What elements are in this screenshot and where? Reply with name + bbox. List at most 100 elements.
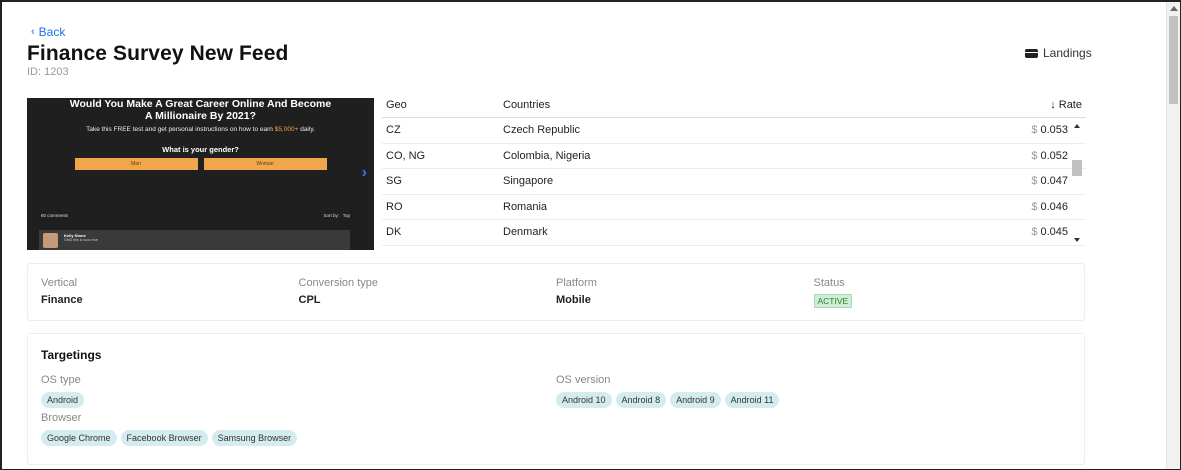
cell-geo: RO — [386, 200, 403, 213]
scroll-up-icon[interactable] — [1170, 6, 1178, 11]
cell-geo: CZ — [386, 124, 401, 137]
preview-comments-bar: 80 comments Sort by: Top — [41, 213, 350, 218]
preview-sort-label: Sort by: — [323, 213, 339, 218]
table-row[interactable]: CO, NG Colombia, Nigeria $0.052 — [382, 144, 1086, 169]
browser-chip: Samsung Browser — [211, 430, 298, 446]
preview-sort: Sort by: Top — [323, 213, 350, 218]
cell-rate: $0.053 — [953, 124, 1068, 136]
arrow-down-icon: ↓ — [1050, 98, 1056, 111]
platform-value: Mobile — [556, 294, 591, 306]
os-type-chip: Android — [41, 392, 85, 408]
browser-chip: Facebook Browser — [120, 430, 208, 446]
table-scrollbar[interactable] — [1072, 122, 1084, 242]
cell-rate: $0.045 — [953, 226, 1068, 238]
vertical-value: Finance — [41, 294, 83, 306]
preview-option-woman: Woman — [203, 158, 327, 170]
currency-symbol: $ — [1031, 175, 1038, 188]
cell-geo: DK — [386, 226, 402, 239]
preview-comment: Kelly Stone OMG this is sooo true — [39, 230, 350, 250]
preview-subtitle: Take this FREE test and get personal ins… — [27, 126, 374, 133]
browser-chip: Google Chrome — [41, 430, 117, 446]
currency-symbol: $ — [1031, 149, 1038, 162]
targetings-card: Targetings OS type Android OS version An… — [27, 333, 1085, 465]
conversion-label: Conversion type — [298, 277, 379, 289]
offer-info-card: Vertical Finance Conversion type CPL Pla… — [27, 263, 1085, 321]
chevron-left-icon: ‹ — [31, 26, 35, 38]
table-row[interactable]: SG Singapore $0.047 — [382, 169, 1086, 195]
table-row[interactable]: RO Romania $0.046 — [382, 195, 1086, 220]
cell-countries: Denmark — [503, 226, 548, 239]
cell-geo: CO, NG — [386, 149, 426, 162]
landings-button[interactable]: Landings — [1025, 46, 1092, 60]
rate-value: 0.052 — [1040, 149, 1068, 162]
rate-value: 0.053 — [1040, 124, 1068, 137]
vertical-label: Vertical — [41, 277, 78, 289]
cell-countries: Colombia, Nigeria — [503, 149, 591, 162]
back-label: Back — [38, 25, 66, 39]
rate-value: 0.047 — [1040, 175, 1068, 188]
browser-label: Browser — [41, 412, 82, 424]
page-title: Finance Survey New Feed — [27, 42, 289, 65]
scroll-thumb[interactable] — [1072, 160, 1082, 176]
table-body[interactable]: CZ Czech Republic $0.053 CO, NG Colombia, Ni… — [382, 118, 1086, 250]
cell-countries: Singapore — [503, 175, 554, 188]
table-row[interactable]: DK Denmark $0.045 — [382, 220, 1086, 246]
offer-id: ID: 1203 — [27, 66, 69, 78]
cell-rate: $0.047 — [953, 175, 1068, 187]
os-type-chips: Android — [41, 392, 85, 408]
conversion-field: Conversion type CPL — [299, 277, 557, 307]
os-version-chip: Android 8 — [615, 392, 667, 408]
scroll-up-icon[interactable] — [1074, 124, 1080, 128]
header-geo[interactable]: Geo — [382, 99, 503, 111]
currency-symbol: $ — [1031, 200, 1038, 213]
preview-subtitle-text: Take this FREE test and get personal ins… — [86, 126, 273, 133]
status-field: Status ACTIVE — [813, 277, 1072, 308]
currency-symbol: $ — [1031, 226, 1038, 239]
preview-subtitle-money: $5,000+ — [274, 126, 299, 133]
geo-rates-table: Geo Countries ↓ Rate CZ Czech Republic $0.… — [382, 92, 1086, 250]
scroll-down-icon[interactable] — [1074, 238, 1080, 242]
landing-preview: Would You Make A Great Career Online And… — [27, 98, 374, 250]
os-version-chips: Android 10 Android 8 Android 9 Android 11 — [556, 392, 780, 408]
landings-label: Landings — [1043, 46, 1092, 60]
table-header: Geo Countries ↓ Rate — [382, 92, 1086, 118]
preview-options: Man Woman — [27, 158, 374, 170]
os-version-chip: Android 11 — [724, 392, 780, 408]
preview-subtitle-suffix: daily. — [300, 126, 315, 133]
rate-value: 0.046 — [1040, 200, 1068, 213]
page-scrollbar[interactable] — [1166, 2, 1180, 469]
status-badge: ACTIVE — [813, 294, 853, 308]
os-version-chip: Android 10 — [556, 392, 612, 408]
os-version-label: OS version — [556, 374, 611, 386]
browser-chips: Google Chrome Facebook Browser Samsung Bro… — [41, 430, 298, 446]
back-link[interactable]: ‹ Back — [31, 25, 65, 39]
status-label: Status — [813, 277, 845, 289]
preview-comment-text: OMG this is sooo true — [64, 238, 98, 242]
cell-rate: $0.046 — [953, 201, 1068, 213]
cell-countries: Czech Republic — [503, 124, 581, 137]
preview-question: What is your gender? — [162, 145, 239, 154]
header-rate[interactable]: ↓ Rate — [953, 99, 1086, 111]
conversion-value: CPL — [298, 294, 321, 306]
card-icon — [1025, 48, 1038, 58]
preview-option-man: Man — [74, 158, 198, 170]
targetings-title: Targetings — [41, 348, 102, 362]
platform-label: Platform — [556, 277, 597, 289]
cell-countries: Romania — [503, 200, 548, 213]
page-scroll-thumb[interactable] — [1169, 16, 1178, 104]
chevron-right-icon[interactable]: › — [362, 164, 367, 182]
header-rate-label: Rate — [1058, 98, 1082, 111]
avatar — [43, 233, 58, 248]
os-type-label: OS type — [41, 374, 81, 386]
cell-geo: SG — [386, 175, 402, 188]
preview-headline: Would You Make A Great Career Online And… — [69, 98, 332, 122]
cell-rate: $0.052 — [953, 150, 1068, 162]
platform-field: Platform Mobile — [556, 277, 814, 307]
rate-value: 0.045 — [1040, 226, 1068, 239]
table-row[interactable]: CZ Czech Republic $0.053 — [382, 118, 1086, 144]
currency-symbol: $ — [1031, 124, 1038, 137]
os-version-chip: Android 9 — [670, 392, 721, 408]
vertical-field: Vertical Finance — [41, 277, 299, 307]
preview-sort-value: Top — [342, 213, 350, 218]
header-countries[interactable]: Countries — [503, 99, 953, 111]
